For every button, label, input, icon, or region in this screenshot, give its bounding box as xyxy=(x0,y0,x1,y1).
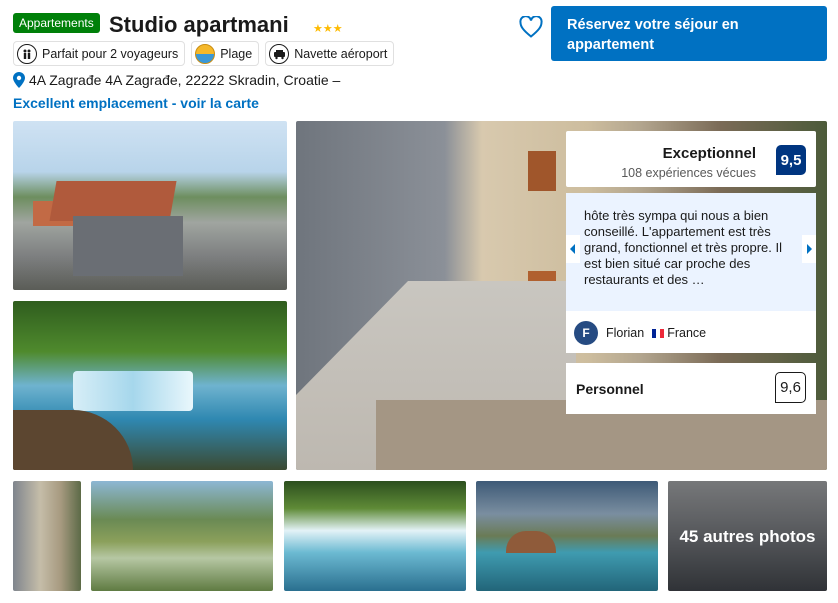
photo-detail xyxy=(506,531,556,553)
thumbnail-photo[interactable] xyxy=(476,481,658,591)
highlight-label: Navette aéroport xyxy=(294,46,388,61)
highlights-list: Parfait pour 2 voyageurs Plage Navette a… xyxy=(13,41,395,66)
chevron-left-icon[interactable] xyxy=(566,235,580,263)
thumbnail-photo[interactable] xyxy=(91,481,273,591)
review-panel: hôte très sympa qui nous a bien conseill… xyxy=(566,193,816,353)
country-label: France xyxy=(667,326,707,340)
review-count: 108 expériences vécues xyxy=(621,166,756,180)
map-link[interactable]: Excellent emplacement - voir la carte xyxy=(13,95,259,111)
staff-label: Personnel xyxy=(576,381,644,397)
heart-icon[interactable] xyxy=(519,15,543,38)
reviewer-info: F Florian France xyxy=(574,321,706,345)
chevron-right-icon[interactable] xyxy=(802,235,816,263)
photo-detail xyxy=(73,216,183,276)
review-text: hôte très sympa qui nous a bien conseill… xyxy=(566,193,816,311)
address-line: 4A Zagrađe 4A Zagrađe, 22222 Skradin, Cr… xyxy=(13,72,340,88)
photo-detail xyxy=(528,151,556,191)
beach-icon xyxy=(195,43,216,64)
photo-waterfall[interactable] xyxy=(13,301,287,470)
photo-detail xyxy=(73,371,193,411)
more-photos-label[interactable]: 45 autres photos xyxy=(668,481,827,591)
highlight-label: Parfait pour 2 voyageurs xyxy=(42,46,179,61)
thumbnail-photo[interactable] xyxy=(284,481,466,591)
reviewer-country: France xyxy=(652,326,706,340)
map-pin-icon xyxy=(13,72,25,88)
highlight-shuttle: Navette aéroport xyxy=(265,41,395,66)
rating-label: Exceptionnel xyxy=(662,145,756,162)
star-rating: ★★★ xyxy=(313,23,343,35)
people-icon xyxy=(17,43,37,64)
highlight-label: Plage xyxy=(220,46,253,61)
more-photos-thumbnail[interactable]: 45 autres photos xyxy=(668,481,827,591)
shuttle-icon xyxy=(269,43,290,64)
staff-rating-panel: Personnel 9,6 xyxy=(566,363,816,414)
staff-score-badge: 9,6 xyxy=(775,372,806,403)
highlight-guests: Parfait pour 2 voyageurs xyxy=(13,41,186,66)
avatar: F xyxy=(574,321,598,345)
reviewer-name: Florian xyxy=(606,326,645,340)
thumbnail-photo[interactable] xyxy=(13,481,81,591)
score-badge: 9,5 xyxy=(776,145,806,175)
rating-panel[interactable]: Exceptionnel 108 expériences vécues 9,5 xyxy=(566,131,816,187)
property-title: Studio apartmani xyxy=(109,12,289,37)
address-text: 4A Zagrađe 4A Zagrađe, 22222 Skradin, Cr… xyxy=(29,72,341,88)
photo-town-view[interactable] xyxy=(13,121,287,290)
property-type-badge: Appartements xyxy=(13,13,100,33)
reserve-button[interactable]: Réservez votre séjour en appartement xyxy=(551,6,827,61)
france-flag-icon xyxy=(652,329,665,339)
highlight-beach: Plage xyxy=(191,41,260,66)
photo-detail xyxy=(13,410,133,470)
photo-detail xyxy=(49,181,177,221)
